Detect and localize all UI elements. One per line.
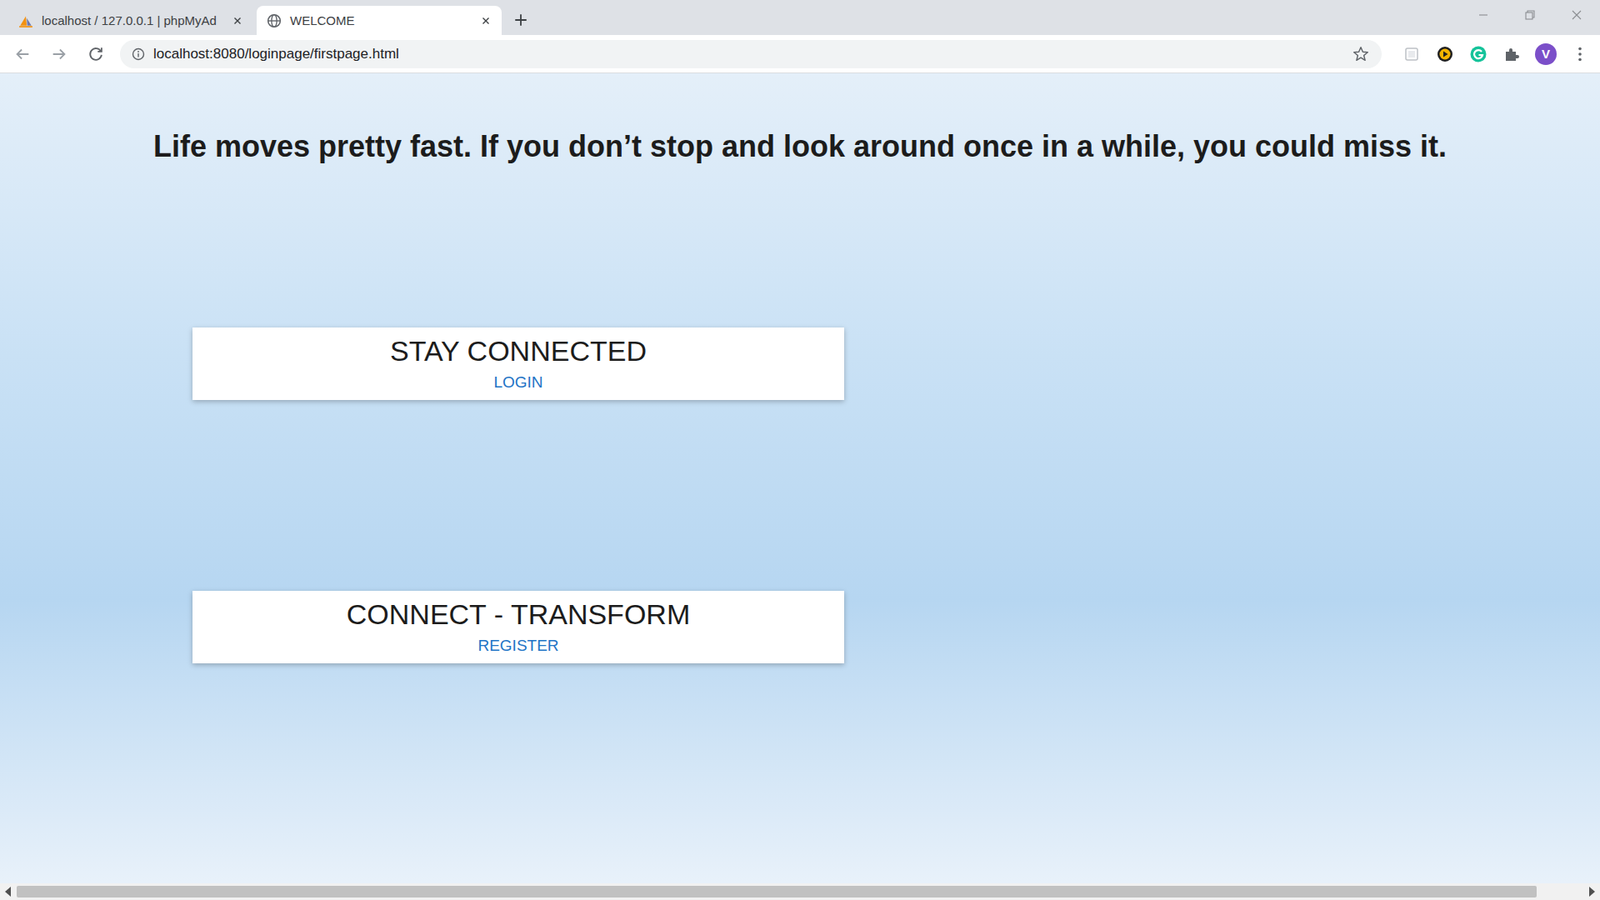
- toolbar: localhost:8080/loginpage/firstpage.html V: [0, 35, 1600, 74]
- profile-avatar[interactable]: V: [1535, 43, 1557, 65]
- card-list: STAY CONNECTED LOGIN CONNECT - TRANSFORM RE…: [192, 327, 845, 664]
- card-title: STAY CONNECTED: [390, 334, 647, 369]
- action-card: STAY CONNECTED LOGIN: [192, 327, 845, 400]
- page-heading: Life moves pretty fast. If you don’t sto…: [0, 73, 1600, 165]
- close-window-icon[interactable]: [1553, 8, 1600, 22]
- player-extension-icon[interactable]: [1435, 44, 1455, 65]
- new-tab-icon[interactable]: [513, 12, 529, 28]
- close-tab-icon[interactable]: [231, 15, 244, 27]
- tab-label: localhost / 127.0.0.1 | phpMyAd: [41, 13, 224, 28]
- browser-tab[interactable]: localhost / 127.0.0.1 | phpMyAd: [8, 5, 254, 35]
- card-link[interactable]: REGISTER: [477, 636, 559, 655]
- scrollbar-track: [16, 883, 1584, 900]
- globe-icon: [266, 13, 282, 29]
- forward-icon[interactable]: [46, 45, 72, 64]
- phpmyadmin-icon: [18, 13, 34, 29]
- window-controls: [1460, 0, 1600, 30]
- info-icon[interactable]: [131, 47, 145, 61]
- card-link[interactable]: LOGIN: [493, 373, 543, 392]
- close-tab-icon[interactable]: [480, 15, 492, 27]
- extension-square-icon[interactable]: [1401, 44, 1422, 65]
- extensions-area: V: [1393, 43, 1590, 65]
- action-card: CONNECT - TRANSFORM REGISTER: [192, 590, 845, 664]
- tab-strip: localhost / 127.0.0.1 | phpMyAd WELCOME: [0, 0, 1600, 35]
- browser-window: localhost / 127.0.0.1 | phpMyAdWELCOMElo…: [0, 0, 1600, 900]
- reload-icon[interactable]: [83, 45, 109, 64]
- back-icon[interactable]: [10, 45, 35, 64]
- scrollbar-thumb[interactable]: [16, 885, 1537, 898]
- menu-dots-icon[interactable]: [1570, 44, 1590, 65]
- scroll-left-icon[interactable]: [0, 883, 17, 900]
- grammarly-icon[interactable]: [1468, 44, 1489, 65]
- address-bar[interactable]: localhost:8080/loginpage/firstpage.html: [120, 40, 1382, 69]
- url-text: localhost:8080/loginpage/firstpage.html: [153, 45, 1344, 63]
- tab-label: WELCOME: [290, 13, 472, 28]
- bookmark-star-icon[interactable]: [1351, 45, 1370, 64]
- restore-icon[interactable]: [1506, 8, 1554, 22]
- puzzle-extensions-icon[interactable]: [1501, 44, 1522, 65]
- scroll-right-icon[interactable]: [1583, 883, 1600, 900]
- card-title: CONNECT - TRANSFORM: [346, 597, 690, 632]
- minimize-icon[interactable]: [1460, 8, 1507, 22]
- hero-photo-area: Life moves pretty fast. If you don’t sto…: [0, 73, 1600, 884]
- horizontal-scrollbar[interactable]: [0, 883, 1600, 900]
- browser-tab[interactable]: WELCOME: [256, 5, 502, 35]
